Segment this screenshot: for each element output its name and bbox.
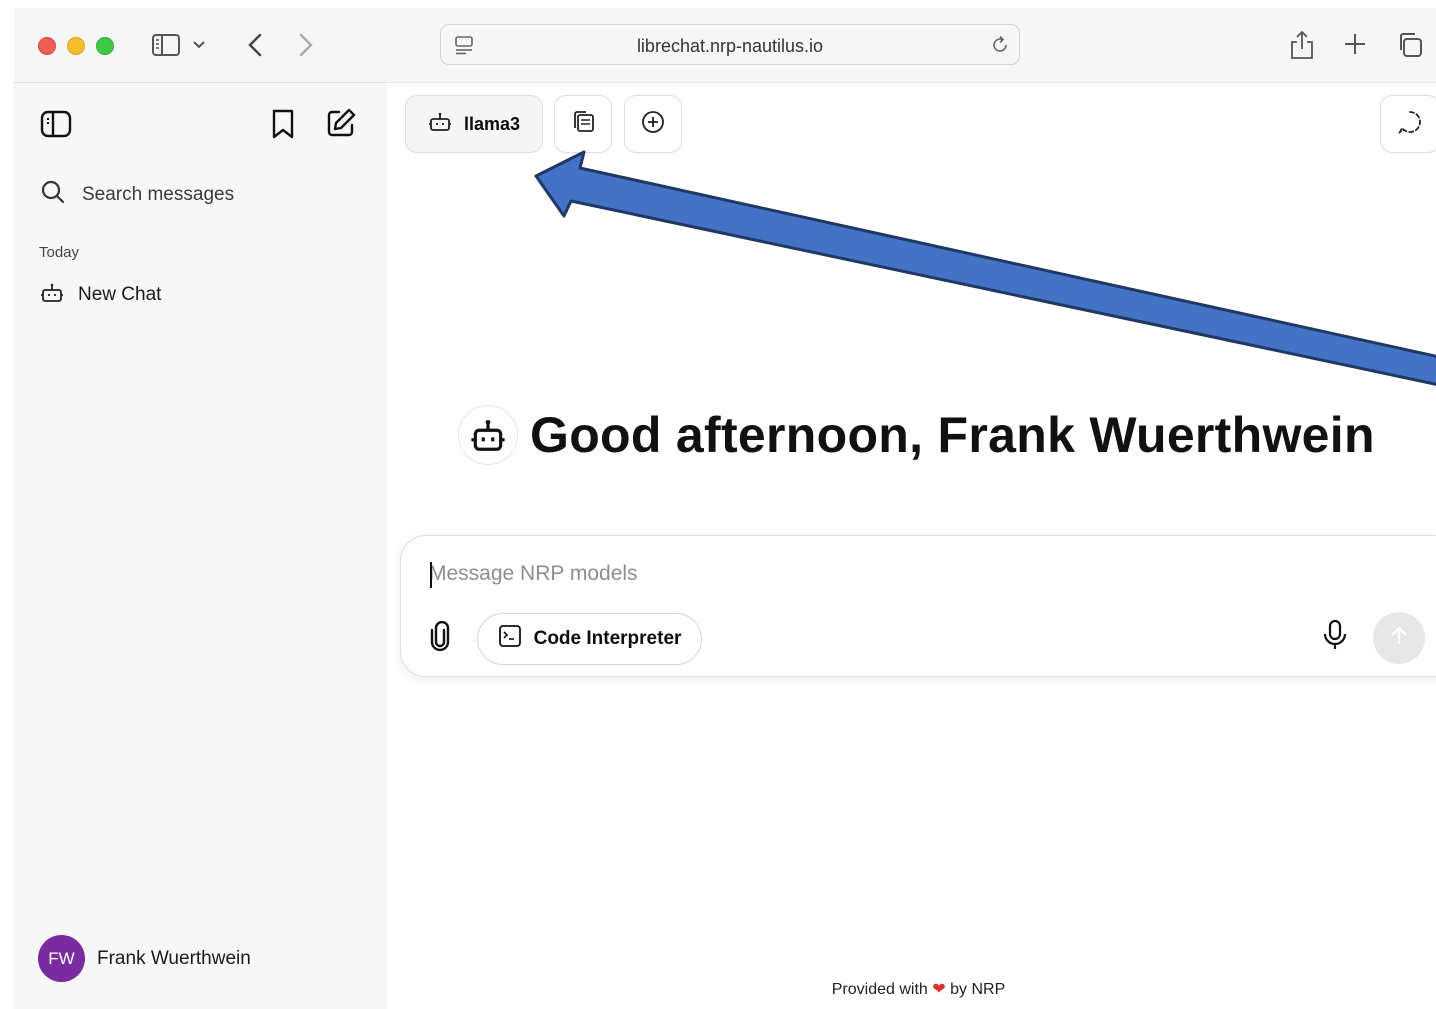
- tab-overview-icon[interactable]: [1395, 30, 1425, 60]
- code-interpreter-label: Code Interpreter: [533, 628, 682, 649]
- address-bar[interactable]: librechat.nrp-nautilus.io: [440, 24, 1020, 65]
- model-label: llama3: [463, 113, 521, 134]
- footer-note: Provided with ❤ by NRP: [387, 979, 1436, 999]
- user-menu[interactable]: FW Frank Wuerthwein: [38, 935, 251, 982]
- forward-icon[interactable]: [293, 30, 319, 60]
- greeting: Good afternoon, Frank Wuerthwein: [458, 405, 1375, 465]
- message-input[interactable]: [429, 558, 1329, 590]
- code-interpreter-button[interactable]: Code Interpreter: [477, 613, 702, 665]
- browser-toolbar: librechat.nrp-nautilus.io: [14, 8, 1436, 83]
- text-cursor: [430, 562, 432, 588]
- sidebar: Search messages Today New Chat FW Frank …: [14, 83, 387, 1009]
- terminal-icon: [498, 624, 522, 654]
- search-label: Search messages: [82, 183, 235, 205]
- presets-button[interactable]: [554, 95, 612, 153]
- greeting-text: Good afternoon, Frank Wuerthwein: [530, 407, 1375, 463]
- message-composer: Code Interpreter: [400, 535, 1436, 677]
- search-icon: [40, 179, 66, 210]
- close-sidebar-button[interactable]: [36, 104, 76, 144]
- zoom-window-button[interactable]: [96, 37, 114, 55]
- search-messages[interactable]: Search messages: [40, 179, 234, 210]
- reload-icon[interactable]: [989, 34, 1011, 61]
- main-panel: llama3 Good afternoon, Frank Wuerthwein: [387, 83, 1436, 1009]
- footer-suffix: by NRP: [950, 981, 1006, 998]
- chat-list-item[interactable]: New Chat: [40, 278, 310, 312]
- model-selector-button[interactable]: llama3: [405, 95, 543, 153]
- avatar: FW: [38, 935, 85, 982]
- bot-icon: [428, 110, 452, 139]
- new-tab-icon[interactable]: [1342, 31, 1368, 57]
- heart-icon: ❤: [932, 981, 946, 998]
- sidebar-toggle-icon[interactable]: [150, 30, 182, 60]
- section-heading-today: Today: [39, 244, 80, 261]
- send-button[interactable]: [1373, 612, 1425, 664]
- new-chat-button[interactable]: [321, 103, 361, 143]
- voice-input-button[interactable]: [1317, 619, 1353, 655]
- user-name: Frank Wuerthwein: [97, 947, 251, 969]
- bot-icon: [40, 281, 64, 310]
- temporary-chat-button[interactable]: [1380, 95, 1436, 153]
- close-window-button[interactable]: [38, 37, 56, 55]
- plus-circle-icon: [640, 109, 666, 140]
- browser-window: librechat.nrp-nautilus.io Search message…: [14, 8, 1436, 1009]
- microphone-icon: [1321, 619, 1349, 656]
- bookmarks-button[interactable]: [263, 104, 303, 144]
- copy-icon: [570, 109, 596, 140]
- back-icon[interactable]: [242, 30, 268, 60]
- bot-icon: [458, 405, 518, 465]
- arrow-up-icon: [1388, 625, 1410, 652]
- attach-file-button[interactable]: [423, 620, 457, 656]
- minimize-window-button[interactable]: [67, 37, 85, 55]
- url-text: librechat.nrp-nautilus.io: [636, 36, 824, 56]
- share-icon[interactable]: [1288, 28, 1316, 62]
- footer-prefix: Provided with: [831, 981, 928, 998]
- chat-title: New Chat: [78, 284, 162, 305]
- chat-bubble-icon: [1397, 109, 1423, 140]
- chevron-down-icon[interactable]: [190, 36, 208, 54]
- paperclip-icon: [427, 620, 453, 656]
- add-model-button[interactable]: [624, 95, 682, 153]
